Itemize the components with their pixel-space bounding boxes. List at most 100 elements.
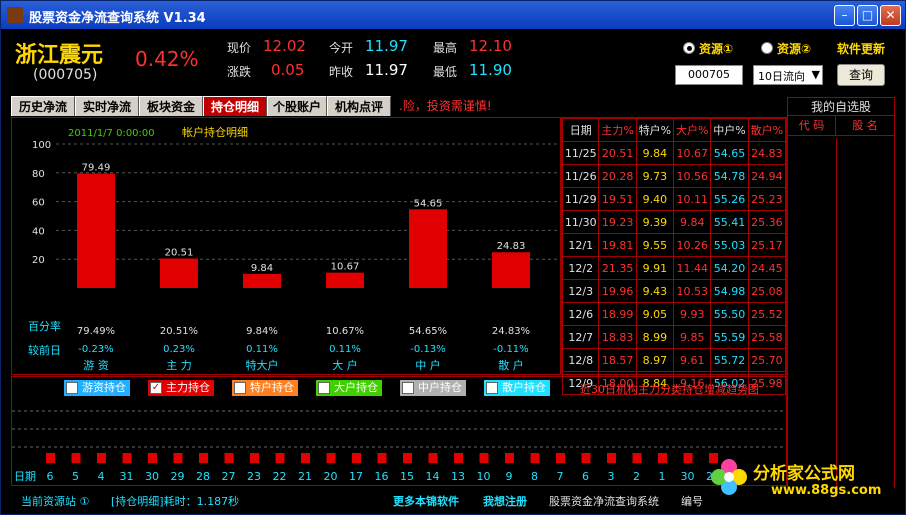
query-button[interactable]: 查询 — [837, 64, 885, 86]
tab-holdings[interactable]: 持仓明细 — [203, 96, 267, 116]
table-cell: 9.55 — [635, 233, 675, 257]
checkbox-icon[interactable] — [234, 382, 246, 394]
source2-radio[interactable] — [761, 42, 773, 54]
table-cell: 12/3 — [561, 279, 600, 303]
maximize-button[interactable]: □ — [857, 5, 878, 26]
table-cell: 55.72 — [710, 348, 749, 372]
tab-accounts[interactable]: 个股账户 — [267, 96, 327, 116]
filter-checkbox[interactable]: 游资持仓 — [64, 380, 130, 396]
trend-bar — [607, 453, 616, 463]
table-row[interactable]: 12/1 19.81 9.55 10.26 55.03 25.17 — [561, 233, 787, 257]
chart-title: 帐户持仓明细 — [182, 125, 248, 139]
quote-label: 最高 — [433, 41, 458, 55]
y-tick-label: 20 — [32, 255, 45, 266]
watermark-logo: 分析家公式网 www.88gs.com — [709, 453, 899, 509]
table-cell: 9.40 — [635, 187, 675, 211]
tab-history[interactable]: 历史净流 — [11, 96, 75, 116]
table-row[interactable]: 12/3 19.96 9.43 10.53 54.98 25.08 — [561, 279, 787, 303]
checkbox-icon[interactable] — [402, 382, 414, 394]
table-row[interactable]: 12/6 18.99 9.05 9.93 55.50 25.52 — [561, 302, 787, 326]
flower-icon — [711, 459, 747, 495]
y-tick-label: 100 — [32, 140, 51, 151]
source1-label[interactable]: 资源① — [699, 40, 733, 57]
table-cell: 24.83 — [747, 141, 787, 165]
table-row[interactable]: 11/25 20.51 9.84 10.67 54.65 24.83 — [561, 141, 787, 165]
checkbox-icon[interactable] — [318, 382, 330, 394]
trend-bar — [199, 453, 208, 463]
checkmark-icon[interactable]: ✓ — [150, 382, 162, 394]
table-row[interactable]: 11/30 19.23 9.39 9.84 55.41 25.36 — [561, 210, 787, 234]
table-row[interactable]: 11/26 20.28 9.73 10.56 54.78 24.94 — [561, 164, 787, 188]
table-cell: 25.58 — [747, 325, 787, 349]
table-row[interactable]: 11/29 19.51 9.40 10.11 55.26 25.23 — [561, 187, 787, 211]
filter-checkbox[interactable]: 散户持仓 — [484, 380, 550, 396]
date-tick-label: 20 — [324, 470, 338, 483]
history-table: 日期 主力% 特户% 大户% 中户% 散户% 11/25 20.51 9.84 10.67 54.6… — [561, 118, 787, 395]
period-select[interactable]: 10日流向 ▼ — [753, 65, 823, 85]
source1-radio[interactable] — [683, 42, 695, 54]
trend-bar — [530, 453, 540, 463]
tab-sector[interactable]: 板块资金 — [139, 96, 203, 116]
change-label: -0.11% — [493, 344, 528, 355]
date-tick-label: 15 — [400, 470, 414, 483]
table-cell: 55.59 — [710, 325, 749, 349]
tab-comments[interactable]: 机构点评 — [327, 96, 391, 116]
date-tick-label: 3 — [608, 470, 615, 483]
table-cell: 18.83 — [598, 325, 637, 349]
table-cell: 20.28 — [598, 164, 637, 188]
more-software-link[interactable]: 更多本锦软件 — [393, 493, 459, 509]
filter-checkbox[interactable]: 特户持仓 — [232, 380, 298, 396]
date-tick-label: 9 — [506, 470, 513, 483]
holdings-bar-chart: 2011/1/7 0:00:00 帐户持仓明细 100 80 60 40 20 79.4… — [28, 125, 560, 372]
bar — [243, 273, 281, 288]
minimize-button[interactable]: – — [834, 5, 855, 26]
table-cell: 19.23 — [598, 210, 637, 234]
filter-checkbox[interactable]: 中户持仓 — [400, 380, 466, 396]
row-label-change: 较前日 — [28, 343, 61, 357]
title-bar: 股票资金净流查询系统 V1.34 – □ ✕ — [1, 1, 905, 29]
date-tick-label: 29 — [171, 470, 185, 483]
trend-bar — [454, 453, 463, 463]
filter-checkbox[interactable]: ✓ 主力持仓 — [148, 380, 214, 396]
checkbox-icon[interactable] — [486, 382, 498, 394]
trend-bar — [224, 453, 234, 463]
table-cell: 9.73 — [635, 164, 675, 188]
table-cell: 12/8 — [561, 348, 600, 372]
watchlist-col-name: 股 名 — [852, 119, 878, 132]
table-cell: 9.05 — [635, 302, 675, 326]
trend-bar — [352, 453, 361, 463]
watermark-text: 分析家公式网 — [753, 464, 855, 484]
table-row[interactable]: 12/8 18.57 8.97 9.61 55.72 25.70 — [561, 348, 787, 372]
bar-value-label: 9.84 — [251, 263, 273, 274]
tab-realtime[interactable]: 实时净流 — [75, 96, 139, 116]
table-cell: 55.26 — [710, 187, 749, 211]
source2-label[interactable]: 资源② — [777, 40, 811, 57]
bar-value-label: 20.51 — [165, 247, 194, 258]
trend-bar — [581, 453, 591, 463]
filter-checkbox[interactable]: 大户持仓 — [316, 380, 382, 396]
window-title: 股票资金净流查询系统 V1.34 — [29, 11, 206, 26]
code-input[interactable]: 000705 — [675, 65, 743, 85]
close-button[interactable]: ✕ — [880, 5, 901, 26]
checkbox-icon[interactable] — [66, 382, 78, 394]
table-header: 日期 — [561, 118, 600, 142]
holdings-chart-panel: 2011/1/7 0:00:00 帐户持仓明细 100 80 60 40 20 79.4… — [11, 117, 561, 375]
trend-bar — [250, 453, 259, 463]
register-link[interactable]: 我想注册 — [483, 493, 527, 509]
change-label: 0.23% — [163, 344, 195, 355]
trend-bar — [479, 453, 489, 463]
table-cell: 55.41 — [710, 210, 749, 234]
pct-label: 9.84% — [246, 326, 278, 337]
watchlist-title: 我的自选股 — [788, 98, 894, 116]
period-value: 10日流向 — [758, 70, 805, 83]
risk-warning: .险，投资需谨慎! — [399, 99, 492, 113]
quote-value: 12.10 — [469, 37, 512, 55]
table-row[interactable]: 12/7 18.83 8.99 9.85 55.59 25.58 — [561, 325, 787, 349]
chevron-down-icon: ▼ — [811, 68, 820, 81]
update-link[interactable]: 软件更新 — [837, 40, 885, 57]
table-cell: 10.53 — [673, 279, 712, 303]
table-row[interactable]: 12/2 21.35 9.91 11.44 54.20 24.45 — [561, 256, 787, 280]
bar-value-label: 54.65 — [414, 198, 443, 209]
date-tick-label: 16 — [375, 470, 389, 483]
quote-value: 11.97 — [365, 61, 408, 79]
